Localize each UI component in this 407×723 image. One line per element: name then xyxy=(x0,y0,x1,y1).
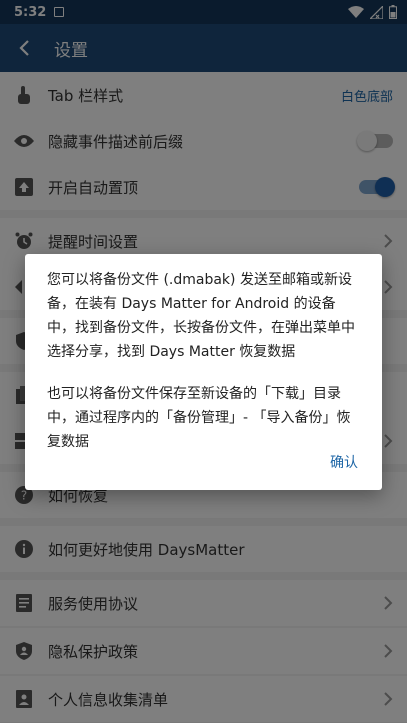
restore-help-dialog: 您可以将备份文件 (.dmabak) 发送至邮箱或新设备，在装有 Days Ma… xyxy=(25,254,382,490)
confirm-button[interactable]: 确认 xyxy=(330,452,358,472)
dialog-message-2: 也可以将备份文件保存至新设备的「下载」目录中，通过程序内的「备份管理」- 「导入… xyxy=(47,386,351,450)
dialog-message-1: 您可以将备份文件 (.dmabak) 发送至邮箱或新设备，在装有 Days Ma… xyxy=(47,272,355,360)
